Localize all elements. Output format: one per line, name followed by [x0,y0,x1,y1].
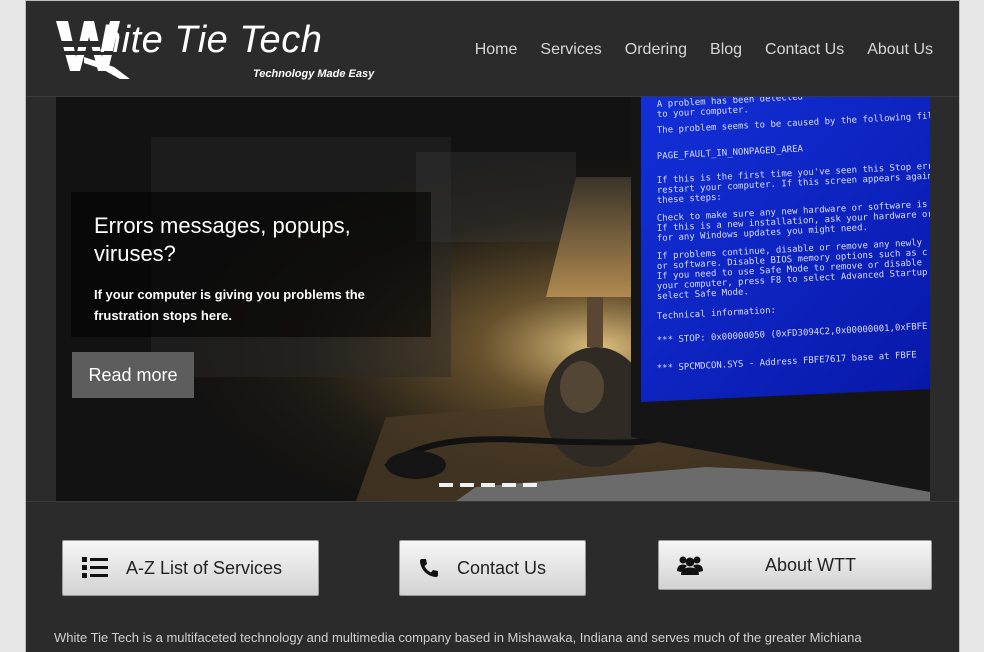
about-paragraph: White Tie Tech is a multifaceted technol… [54,630,862,645]
slide-dot-5[interactable] [523,483,537,487]
nav-ordering[interactable]: Ordering [625,41,687,59]
logo-text: hite Tie Tech [100,19,323,61]
logo-tagline: Technology Made Easy [253,68,375,80]
nav-blog[interactable]: Blog [710,41,742,59]
nav-about-us[interactable]: About Us [867,41,933,59]
nav-services[interactable]: Services [540,41,601,59]
slider-pagination [439,483,537,487]
phone-icon [419,558,439,578]
about-wtt-label: About WTT [765,554,857,575]
page: hite Tie Tech Technology Made Easy Home … [25,0,960,652]
services-list-label: A-Z List of Services [126,557,283,578]
contact-us-button[interactable]: Contact Us [399,540,586,596]
nav-contact-us[interactable]: Contact Us [765,41,844,59]
main-nav: Home Services Ordering Blog Contact Us A… [452,41,933,59]
nav-home[interactable]: Home [475,41,518,59]
read-more-button[interactable]: Read more [72,352,194,398]
about-wtt-button[interactable]: About WTT [658,540,932,590]
slide-dot-2[interactable] [460,483,474,487]
slide-dot-1[interactable] [439,483,453,487]
site-header: hite Tie Tech Technology Made Easy Home … [26,1,959,97]
feature-area: A-Z List of Services Contact Us About WT… [26,501,959,652]
hero-title: Errors messages, popups, viruses? [94,213,351,266]
hero-text: If your computer is giving you problems … [94,287,365,323]
slide-dot-3[interactable] [481,483,495,487]
slide-dot-4[interactable] [502,483,516,487]
list-icon [82,556,108,580]
contact-us-label: Contact Us [457,557,547,578]
site-logo[interactable]: hite Tie Tech Technology Made Easy [54,17,374,83]
hero-slider[interactable]: A problem has been detected to your compu… [56,97,930,501]
users-icon [677,554,703,576]
services-list-button[interactable]: A-Z List of Services [62,540,319,596]
